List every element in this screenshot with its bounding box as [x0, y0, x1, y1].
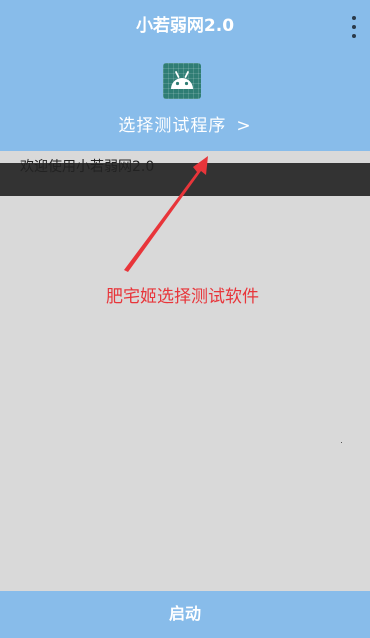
annotation-text: 肥宅姬选择测试软件: [106, 287, 259, 307]
artifact-dot: [341, 442, 342, 443]
start-button-label: 启动: [168, 604, 201, 623]
start-button[interactable]: 启动: [0, 591, 370, 638]
annotation-arrow: [124, 156, 208, 272]
